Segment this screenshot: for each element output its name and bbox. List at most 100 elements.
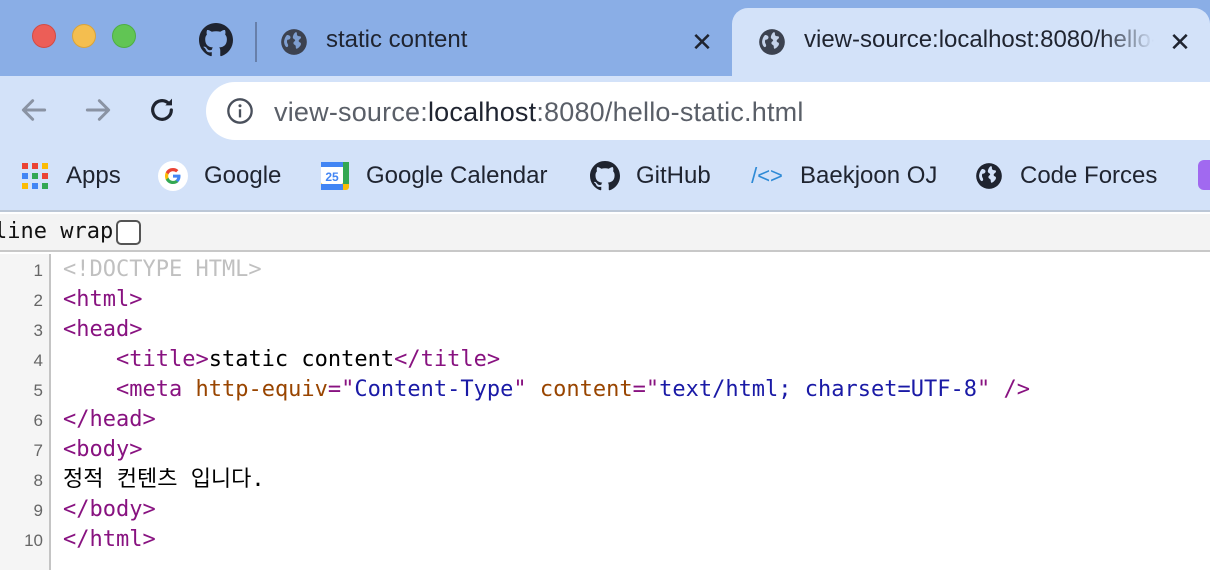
window-minimize-button[interactable] [72,24,96,48]
url-path: :8080/hello-static.html [536,97,804,127]
line-number: 1 [33,261,43,280]
line-code: <html> [63,285,142,315]
source-line: 5 <meta http-equiv="Content-Type" conten… [0,375,1210,405]
code-token-tag: =" [327,377,355,402]
arrow-right-icon [82,94,114,131]
bookmark-label: Baekjoon OJ [800,162,938,189]
github-icon [590,161,620,191]
line-code: <head> [63,315,142,345]
window-maximize-button[interactable] [112,24,136,48]
source-line: 6 </head> [0,405,1210,435]
bookmark-label: GitHub [636,162,711,189]
code-token-tag: <head> [63,317,143,342]
address-bar[interactable]: view-source:localhost:8080/hello-static.… [206,82,1210,140]
line-code: </head> [63,405,156,435]
line-number: 2 [33,291,43,310]
apps-grid-icon [20,161,50,191]
tab-close-button[interactable]: ✕ [1166,27,1194,57]
code-token-text: 정적 컨텐츠 입니다. [63,467,265,492]
tab-title: view-source:localhost:8080/hello-static.… [804,26,1154,53]
line-wrap-label: line wrap [0,219,114,244]
code-token-doctype: <!DOCTYPE HTML> [63,257,262,282]
tab-view-source[interactable]: view-source:localhost:8080/hello-static.… [732,8,1210,76]
tab-close-button[interactable]: ✕ [688,27,716,57]
bookmark-overflow-icon[interactable] [1198,160,1210,190]
line-code: 정적 컨텐츠 입니다. [63,465,265,495]
url-text[interactable]: view-source:localhost:8080/hello-static.… [274,97,804,128]
tab-title: static content [326,26,468,53]
window-close-button[interactable] [32,24,56,48]
code-token-tag: " /> [976,377,1030,402]
bookmark-label: Google [204,162,282,189]
reload-icon [146,94,178,131]
bookmark-baekjoon[interactable]: /<> Baekjoon OJ [750,160,937,192]
code-token-text: static content [208,347,395,372]
github-icon [199,22,233,62]
bookmarks-bar: Apps Google 25 Google Calendar GitHub /<… [0,148,1210,212]
reload-button[interactable] [142,92,182,132]
globe-icon [974,161,1004,191]
source-line: 1 <!DOCTYPE HTML> [0,255,1210,285]
code-token-tag: <html> [63,287,143,312]
code-token-tag: </title> [394,347,501,372]
line-wrap-bar: line wrap [0,214,1210,252]
forward-button[interactable] [78,92,118,132]
calendar-day-text: 25 [325,170,339,184]
code-token-attr: http-equiv [195,377,328,402]
line-number: 5 [33,381,43,400]
bookmark-github[interactable]: GitHub [590,160,711,192]
code-token-val: Content-Type [354,377,514,402]
code-token-tag: </body> [63,497,156,522]
code-token-tag: <body> [63,437,143,462]
line-code: </html> [63,525,156,555]
bookmark-code-forces[interactable]: Code Forces [974,160,1157,192]
code-token-tag: <title> [115,347,209,372]
line-number: 3 [33,321,43,340]
info-icon[interactable] [226,97,254,125]
bookmark-label: Apps [66,162,121,189]
google-icon [158,161,188,191]
line-code: <body> [63,435,142,465]
code-token-tag: " [513,377,540,402]
url-host: localhost [427,97,537,127]
line-code: <meta http-equiv="Content-Type" content=… [63,375,1030,405]
globe-icon [280,28,308,56]
source-line: 7 <body> [0,435,1210,465]
google-calendar-icon: 25 [320,161,350,191]
pinned-tab-github[interactable] [196,22,236,62]
line-number: 8 [33,471,43,490]
source-line: 4 <title>static content</title> [0,345,1210,375]
bookmark-apps[interactable]: Apps [20,160,121,192]
code-token-tag: </head> [63,407,156,432]
browser-toolbar: view-source:localhost:8080/hello-static.… [0,76,1210,148]
bookmark-label: Code Forces [1020,162,1158,189]
source-line: 3 <head> [0,315,1210,345]
line-code: <title>static content</title> [63,345,500,375]
line-number: 9 [33,501,43,520]
code-token-tag: =" [632,377,660,402]
code-token-tag: </html> [63,527,156,552]
code-brackets-glyph: /<> [751,163,783,188]
line-code: </body> [63,495,156,525]
line-number: 4 [33,351,43,370]
line-code: <!DOCTYPE HTML> [63,255,262,285]
tab-static-content[interactable]: static content ✕ [262,8,732,76]
line-wrap-checkbox[interactable] [116,220,141,245]
line-number: 7 [33,441,43,460]
bookmark-label: Google Calendar [366,162,548,189]
url-scheme: view-source: [274,97,428,127]
back-button[interactable] [14,92,54,132]
code-token-attr: content [539,377,633,402]
code-token-tag: <meta [115,377,196,402]
source-line: 9 </body> [0,495,1210,525]
tab-strip: static content ✕ view-source:localhost:8… [0,0,1210,76]
bookmark-google[interactable]: Google [158,160,281,192]
bookmark-google-calendar[interactable]: 25 Google Calendar [320,160,547,192]
source-line: 8 정적 컨텐츠 입니다. [0,465,1210,495]
line-number: 10 [24,531,43,550]
tab-separator [255,22,257,62]
source-view: 1 <!DOCTYPE HTML> 2 <html> 3 <head> 4 <title>s… [0,254,1210,570]
globe-icon [758,28,786,56]
